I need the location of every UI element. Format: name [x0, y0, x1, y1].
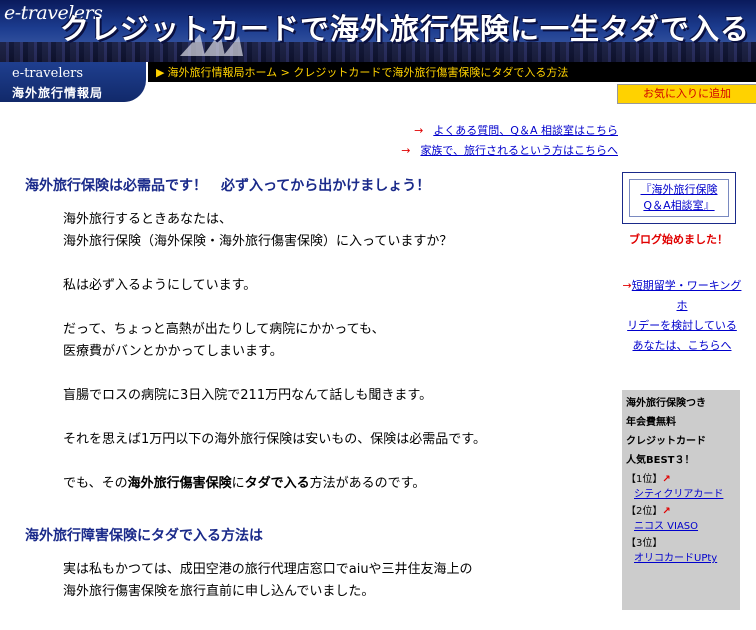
rank-position: 【1位】	[626, 474, 663, 485]
logo-text-ja: 海外旅行情報局	[12, 86, 104, 100]
breadcrumb-home-link[interactable]: 海外旅行情報局ホーム	[167, 66, 277, 79]
ranking-title: 年会費無料	[626, 417, 676, 428]
top-link-row: → 家族で、旅行されるという方はこちらへ	[400, 142, 618, 162]
qa-link-line2[interactable]: Q＆A相談室』	[643, 199, 714, 212]
add-favorite-button[interactable]: お気に入りに追加	[617, 84, 756, 104]
arrow-right-icon: →	[401, 144, 411, 157]
ranking-item: 【3位】 オリコカードUPty	[626, 536, 740, 566]
study-abroad-link[interactable]: →短期留学・ワーキングホ リデーを検討している あなたは、こちらへ	[618, 276, 746, 356]
top-links: → よくある質問、Q＆A 相談室はこちら → 家族で、旅行されるという方はこちらへ	[400, 122, 618, 162]
paragraph-line: 海外旅行保険（海外保険・海外旅行傷害保険）に入っていますか？	[63, 234, 453, 249]
breadcrumb: ▶ 海外旅行情報局ホーム > クレジットカードで海外旅行傷害保険にタダで入る方法	[156, 64, 568, 80]
arrow-up-right-icon: ↗	[662, 474, 671, 485]
ranking-title: クレジットカード	[626, 436, 706, 447]
logo-text-en: e-travelers	[12, 66, 84, 81]
ranking-item: 【1位】↗ シティクリアカード	[626, 472, 740, 502]
ranking-title: 人気BEST３！	[626, 455, 695, 466]
paragraph-line: 実は私もかつては、成田空港の旅行代理店窓口でaiuや三井住友海上の	[63, 562, 473, 577]
section-heading: 海外旅行保険は必需品です！ 必ず入ってから出かけましょう！	[25, 178, 431, 194]
bold-text: タダで入る	[244, 476, 310, 491]
qa-banner[interactable]: 『海外旅行保険 Q＆A相談室』	[622, 172, 736, 224]
breadcrumb-current: クレジットカードで海外旅行傷害保険にタダで入る方法	[293, 66, 569, 79]
faq-link[interactable]: よくある質問、Q＆A 相談室はこちら	[433, 124, 618, 137]
paragraph-line: 私は必ず入るようにしています。	[63, 278, 257, 293]
rank-position: 【3位】	[626, 538, 663, 549]
bold-text: 海外旅行傷害保険	[127, 476, 232, 491]
family-travel-link[interactable]: 家族で、旅行されるという方はこちらへ	[420, 144, 618, 157]
arrow-right-icon: →	[414, 124, 424, 137]
paragraph-line: 海外旅行するときあなたは、	[63, 212, 233, 227]
rank-card-link[interactable]: オリコカードUPty	[626, 551, 740, 566]
study-link-line1[interactable]: 短期留学・ワーキングホ	[632, 279, 742, 312]
arrow-right-icon: →	[622, 279, 632, 292]
section-heading: 海外旅行障害保険にタダで入る方法は	[25, 528, 263, 544]
breadcrumb-separator: >	[280, 66, 290, 79]
paragraph-line: 医療費がバンとかかってしまいます。	[63, 344, 283, 359]
ranking-title: 海外旅行保険つき	[626, 398, 706, 409]
blog-notice: ブログ始めました！	[629, 233, 728, 246]
rank-card-link[interactable]: シティクリアカード	[626, 487, 740, 502]
triangle-right-icon: ▶	[156, 66, 165, 79]
rank-position: 【2位】	[626, 506, 663, 517]
paragraph-line: だって、ちょっと高熱が出たりして病院にかかっても、	[63, 322, 385, 337]
card-ranking-box: 海外旅行保険つき 年会費無料 クレジットカード 人気BEST３！ 【1位】↗ シ…	[622, 390, 740, 610]
paragraph-line: でも、その海外旅行傷害保険にタダで入る方法があるのです。	[63, 476, 426, 491]
top-link-row: → よくある質問、Q＆A 相談室はこちら	[400, 122, 618, 142]
qa-link-line1[interactable]: 『海外旅行保険	[641, 183, 718, 196]
paragraph-line: 海外旅行傷害保険を旅行直前に申し込んでいました。	[63, 584, 375, 599]
qa-banner-inner: 『海外旅行保険 Q＆A相談室』	[629, 179, 729, 217]
paragraph-line: それを思えば1万円以下の海外旅行保険は安いもの、保険は必需品です。	[63, 432, 486, 447]
ranking-item: 【2位】↗ ニコス VIASO	[626, 504, 740, 534]
paragraph-line: 盲腸でロスの病院に3日入院で211万円なんて話しも聞きます。	[63, 388, 433, 403]
page-title: クレジットカードで海外旅行保険に一生タダで入る	[60, 12, 751, 46]
study-link-line3[interactable]: あなたは、こちらへ	[633, 339, 732, 352]
arrow-up-right-icon: ↗	[662, 506, 671, 517]
title-banner: e-travelers クレジットカードで海外旅行保険に一生タダで入る	[0, 0, 756, 62]
main-content: 海外旅行保険は必需品です！ 必ず入ってから出かけましょう！ 海外旅行するときあな…	[25, 175, 605, 603]
rank-card-link[interactable]: ニコス VIASO	[626, 519, 740, 534]
study-link-line2[interactable]: リデーを検討している	[627, 319, 737, 332]
